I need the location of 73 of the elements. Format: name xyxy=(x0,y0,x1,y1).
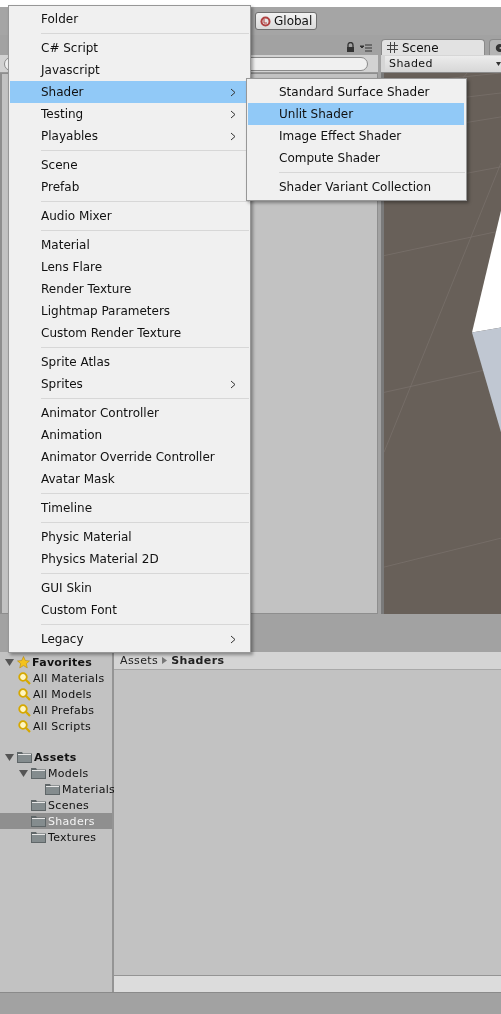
menu-item[interactable]: Timeline xyxy=(10,497,248,519)
menu-item[interactable]: Javascript xyxy=(10,59,248,81)
favorite-row[interactable]: All Prefabs xyxy=(0,702,112,718)
menu-item[interactable]: GUI Skin xyxy=(10,577,248,599)
breadcrumb-arrow-icon xyxy=(162,657,168,664)
menu-item[interactable]: Folder xyxy=(10,8,248,30)
chevron-right-icon xyxy=(230,379,236,389)
menu-item[interactable]: Animator Override Controller xyxy=(10,446,248,468)
menu-item[interactable]: Scene xyxy=(10,154,248,176)
menu-item[interactable]: Legacy xyxy=(10,628,248,650)
menu-item[interactable]: Unlit Shader xyxy=(248,103,464,125)
breadcrumb-link[interactable]: Shaders xyxy=(171,654,225,667)
menu-icon[interactable] xyxy=(360,44,372,52)
expand-toggle[interactable] xyxy=(18,767,29,779)
lock-icon[interactable] xyxy=(346,42,355,52)
menu-item[interactable]: Audio Mixer xyxy=(10,205,248,227)
menu-item[interactable]: Material xyxy=(10,234,248,256)
menu-item[interactable]: Custom Render Texture xyxy=(10,322,248,344)
menu-item[interactable]: Shader xyxy=(10,81,248,103)
global-button[interactable]: Global xyxy=(255,12,318,30)
menu-item[interactable]: Playables xyxy=(10,125,248,147)
chevron-right-icon xyxy=(230,109,236,119)
menu-item[interactable]: Lens Flare xyxy=(10,256,248,278)
menu-item[interactable]: Custom Font xyxy=(10,599,248,621)
shading-dropdown[interactable]: Shaded xyxy=(385,56,501,71)
menu-item[interactable]: Avatar Mask xyxy=(10,468,248,490)
menu-item[interactable]: Lightmap Parameters xyxy=(10,300,248,322)
menu-item[interactable]: Animator Controller xyxy=(10,402,248,424)
scene-tab[interactable]: Scene xyxy=(381,39,485,55)
menu-item[interactable]: Prefab xyxy=(10,176,248,198)
folder-icon xyxy=(31,815,46,827)
favorite-row[interactable]: All Scripts xyxy=(0,718,112,734)
folder-icon xyxy=(31,831,46,843)
menu-item[interactable]: Sprites xyxy=(10,373,248,395)
search-icon xyxy=(18,687,31,701)
menu-item[interactable]: Image Effect Shader xyxy=(248,125,464,147)
favorite-row[interactable]: All Models xyxy=(0,686,112,702)
menu-item[interactable]: Physic Material xyxy=(10,526,248,548)
menu-item[interactable]: C# Script xyxy=(10,37,248,59)
favorites-row[interactable]: Favorites xyxy=(0,654,112,670)
folder-icon xyxy=(31,799,46,811)
expand-toggle[interactable] xyxy=(4,656,15,668)
pacman-icon xyxy=(495,42,501,53)
folder-row[interactable]: Textures xyxy=(0,829,112,845)
folder-icon xyxy=(31,767,46,779)
menu-item[interactable]: Shader Variant Collection xyxy=(248,176,464,198)
menu-item[interactable]: Testing xyxy=(10,103,248,125)
chevron-right-icon xyxy=(230,131,236,141)
folder-row[interactable]: Assets xyxy=(0,749,112,765)
menu-item[interactable]: Standard Surface Shader xyxy=(248,81,464,103)
folder-row[interactable]: Scenes xyxy=(0,797,112,813)
expanded-triangle-icon xyxy=(5,657,14,667)
folder-row[interactable]: Materials xyxy=(0,781,112,797)
search-icon xyxy=(18,719,31,733)
folder-icon xyxy=(17,751,32,763)
search-icon xyxy=(18,671,31,685)
caret-down-icon xyxy=(496,61,501,66)
breadcrumb-link[interactable]: Assets xyxy=(120,654,159,667)
folder-icon xyxy=(45,783,60,795)
menu-item[interactable]: Animation xyxy=(10,424,248,446)
menu-item[interactable]: Render Texture xyxy=(10,278,248,300)
chevron-right-icon xyxy=(230,634,236,644)
favorite-row[interactable]: All Materials xyxy=(0,670,112,686)
search-icon xyxy=(18,703,31,717)
grid-icon xyxy=(387,42,398,53)
menu-item[interactable]: Sprite Atlas xyxy=(10,351,248,373)
expand-toggle[interactable] xyxy=(4,751,15,763)
globe-icon xyxy=(260,15,271,27)
menu-item[interactable]: Physics Material 2D xyxy=(10,548,248,570)
chevron-right-icon xyxy=(230,87,236,97)
menu-item[interactable]: Compute Shader xyxy=(248,147,464,169)
star-icon xyxy=(17,655,30,669)
folder-row[interactable]: Models xyxy=(0,765,112,781)
